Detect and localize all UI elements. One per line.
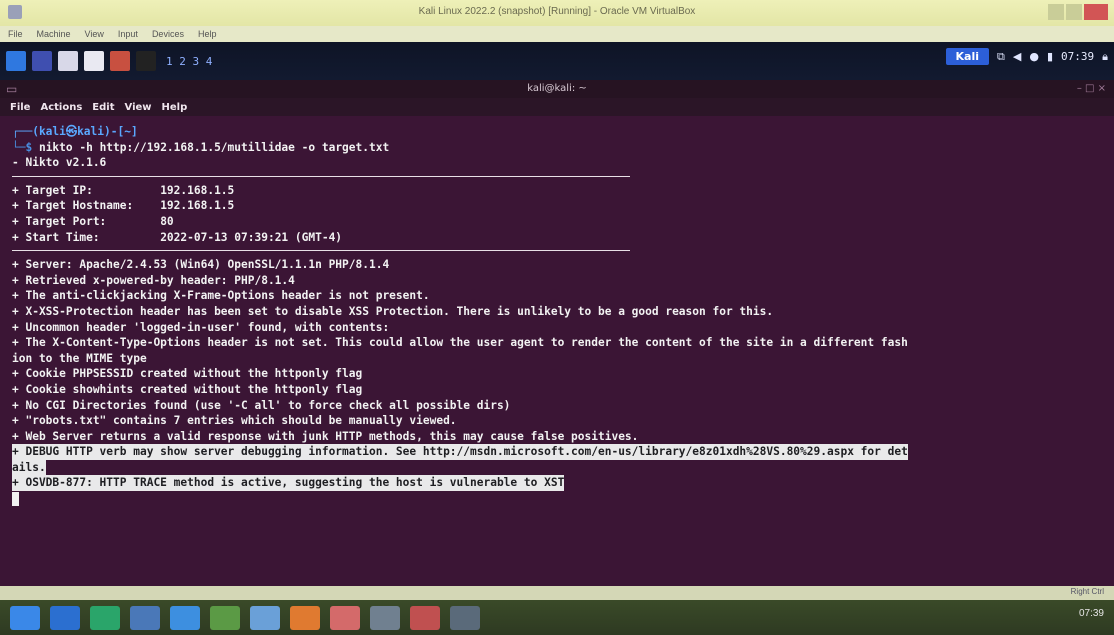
selected-line: + DEBUG HTTP verb may show server debugg… xyxy=(12,444,1114,460)
highlighted-text-start: + Web Server returns a valid response wi… xyxy=(12,429,639,443)
close-button[interactable] xyxy=(1084,4,1108,20)
terminal-output[interactable]: ┌──(kali㉿kali)-[~] └─$ nikto -h http://1… xyxy=(0,116,1114,586)
app-icon[interactable] xyxy=(290,605,320,630)
target-port-value: 80 xyxy=(160,214,174,228)
target-hostname-value: 192.168.1.5 xyxy=(160,199,235,213)
target-hostname-line: + Target Hostname: 192.168.1.5 xyxy=(12,198,1114,214)
store-icon[interactable] xyxy=(90,605,120,630)
app-icon[interactable] xyxy=(330,605,360,630)
separator-line xyxy=(12,250,630,252)
nikto-version: - Nikto v2.1.6 xyxy=(12,156,107,170)
virtualbox-status-bar: Right Ctrl xyxy=(0,586,1114,600)
prompt-dollar: └─$ xyxy=(12,140,39,154)
vbox-menu-machine[interactable]: Machine xyxy=(37,29,71,39)
highlighted-text: + DEBUG HTTP verb may show server debugg… xyxy=(12,444,908,460)
target-ip-key: + Target IP: xyxy=(12,183,161,197)
panel-tray: Kali ⧉ ◀ ● ▮ 07:39 🔒︎ xyxy=(945,48,1108,65)
window-controls xyxy=(1048,4,1108,20)
terminal-menu-actions[interactable]: Actions xyxy=(40,102,82,113)
terminal-menu-help[interactable]: Help xyxy=(162,102,188,113)
terminal-menu-view[interactable]: View xyxy=(125,102,152,113)
network-app-icon[interactable] xyxy=(130,605,160,630)
terminal-cursor xyxy=(12,492,19,507)
vbox-menu-file[interactable]: File xyxy=(8,29,23,39)
windows-taskbar: 07:39 xyxy=(0,600,1114,635)
notification-icon[interactable]: ● xyxy=(1029,50,1039,63)
finding-line: ion to the MIME type xyxy=(12,351,147,365)
battery-icon[interactable]: ▮ xyxy=(1047,50,1053,63)
host-key-label: Right Ctrl xyxy=(1070,587,1104,596)
highlighted-text: + OSVDB-877: HTTP TRACE method is active… xyxy=(12,475,565,492)
edge-icon[interactable] xyxy=(50,605,80,630)
finding-line: + Retrieved x-powered-by header: PHP/8.1… xyxy=(12,273,295,287)
taskbar-clock: 07:39 xyxy=(1078,608,1104,619)
finding-line: + The anti-clickjacking X-Frame-Options … xyxy=(12,289,430,303)
finding-line: + Cookie showhints created without the h… xyxy=(12,382,363,396)
cursor-line xyxy=(12,491,1114,507)
virtualbox-title-bar: Kali Linux 2022.2 (snapshot) [Running] -… xyxy=(0,0,1114,26)
highlighted-text: ails. xyxy=(12,459,46,476)
terminal-menu-bar: File Actions Edit View Help xyxy=(0,98,1114,116)
finding-line: + No CGI Directories found (use '-C all'… xyxy=(12,398,511,412)
finding-line: + "robots.txt" contains 7 entries which … xyxy=(12,414,457,428)
target-port-key: + Target Port: xyxy=(12,214,161,228)
terminal-launcher-icon[interactable] xyxy=(136,51,156,71)
vbox-menu-view[interactable]: View xyxy=(85,29,104,39)
maximize-button[interactable] xyxy=(1066,4,1082,20)
prompt-header: ┌──(kali㉿kali)-[~] xyxy=(12,125,138,138)
terminal-icon: ▭ xyxy=(6,82,18,96)
terminal-title-bar: ▭ kali@kali: ~ – □ × xyxy=(0,80,1114,98)
window-title: Kali Linux 2022.2 (snapshot) [Running] -… xyxy=(418,6,696,17)
minimize-button[interactable] xyxy=(1048,4,1064,20)
finding-line: + Uncommon header 'logged-in-user' found… xyxy=(12,320,390,334)
lock-icon[interactable]: 🔒︎ xyxy=(1102,50,1108,64)
finding-line: + Cookie PHPSESSID created without the h… xyxy=(12,367,363,381)
kali-top-panel: 1 2 3 4 Kali ⧉ ◀ ● ▮ 07:39 🔒︎ xyxy=(0,42,1114,80)
virtualbox-taskbar-icon[interactable] xyxy=(450,605,480,630)
volume-icon[interactable]: ◀ xyxy=(1013,50,1021,63)
terminal-title: kali@kali: ~ xyxy=(527,83,587,94)
terminal-menu-file[interactable]: File xyxy=(10,102,30,113)
selected-line: + OSVDB-877: HTTP TRACE method is active… xyxy=(12,475,1114,492)
target-ip-value: 192.168.1.5 xyxy=(160,183,235,197)
text-editor-icon[interactable] xyxy=(84,51,104,71)
start-time-key: + Start Time: xyxy=(12,230,161,244)
target-hostname-key: + Target Hostname: xyxy=(12,199,161,213)
panel-clock: 07:39 xyxy=(1061,50,1095,63)
terminal-window-controls[interactable]: – □ × xyxy=(1077,80,1106,98)
app-icon[interactable] xyxy=(170,605,200,630)
vbox-menu-input[interactable]: Input xyxy=(118,29,138,39)
desktop-icon[interactable] xyxy=(32,51,52,71)
app-icon[interactable] xyxy=(250,605,280,630)
start-icon[interactable] xyxy=(10,605,40,630)
kali-menu-icon[interactable] xyxy=(6,51,26,71)
workspace-switcher[interactable]: 1 2 3 4 xyxy=(166,55,212,68)
start-time-value: 2022-07-13 07:39:21 (GMT-4) xyxy=(160,230,343,244)
browser-icon[interactable] xyxy=(110,51,130,71)
finding-line: + Server: Apache/2.4.53 (Win64) OpenSSL/… xyxy=(12,258,390,272)
separator-line xyxy=(12,175,630,177)
command-line: └─$ nikto -h http://192.168.1.5/mutillid… xyxy=(12,140,1114,156)
target-ip-line: + Target IP: 192.168.1.5 xyxy=(12,183,1114,199)
app-icon[interactable] xyxy=(410,605,440,630)
terminal-menu-edit[interactable]: Edit xyxy=(92,102,114,113)
virtualbox-menu-bar: File Machine View Input Devices Help xyxy=(0,26,1114,42)
app-icon[interactable] xyxy=(370,605,400,630)
selected-line: + Web Server returns a valid response wi… xyxy=(12,429,1114,445)
network-icon[interactable]: ⧉ xyxy=(997,50,1005,64)
start-time-line: + Start Time: 2022-07-13 07:39:21 (GMT-4… xyxy=(12,230,1114,246)
vbox-menu-help[interactable]: Help xyxy=(198,29,217,39)
target-port-line: + Target Port: 80 xyxy=(12,214,1114,230)
selected-line: ails. xyxy=(12,459,1114,476)
explorer-icon[interactable] xyxy=(210,605,240,630)
command-text: nikto -h http://192.168.1.5/mutillidae -… xyxy=(38,140,390,154)
finding-line: + X-XSS-Protection header has been set t… xyxy=(12,304,774,318)
vbox-menu-devices[interactable]: Devices xyxy=(152,29,184,39)
file-manager-icon[interactable] xyxy=(58,51,78,71)
finding-line: + The X-Content-Type-Options header is n… xyxy=(12,336,908,350)
active-window-button[interactable]: Kali xyxy=(945,48,990,65)
